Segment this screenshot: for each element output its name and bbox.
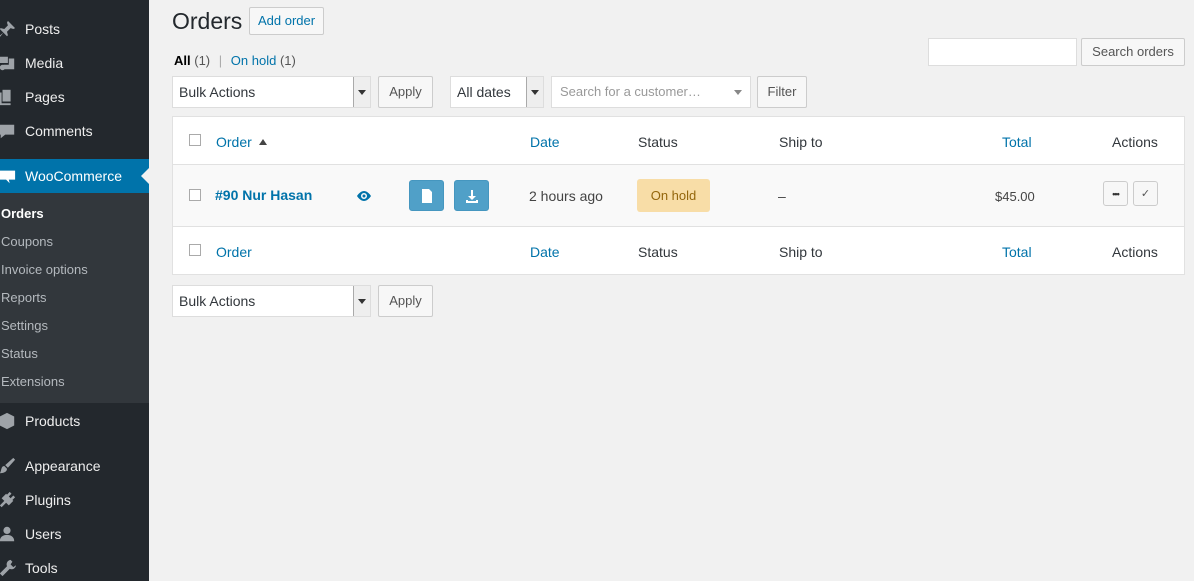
footer-column-status: Status bbox=[638, 244, 678, 260]
complete-order-button[interactable]: ✓ bbox=[1133, 181, 1158, 206]
footer-column-order[interactable]: Order bbox=[216, 244, 252, 260]
sort-ascending-icon bbox=[258, 139, 267, 145]
search-orders-input[interactable] bbox=[928, 38, 1077, 66]
chevron-down-icon bbox=[353, 286, 370, 316]
sidebar-item-tools[interactable]: Tools bbox=[0, 551, 149, 581]
sidebar-item-plugins[interactable]: Plugins bbox=[0, 483, 149, 517]
submenu-item-orders[interactable]: Orders bbox=[1, 203, 44, 225]
footer-column-total[interactable]: Total bbox=[1002, 244, 1032, 260]
ship-to-value: – bbox=[778, 188, 786, 204]
sidebar-item-woocommerce[interactable]: WooCommerce bbox=[0, 159, 149, 193]
search-orders-button[interactable]: Search orders bbox=[1081, 38, 1185, 66]
view-invoice-button[interactable] bbox=[409, 180, 444, 211]
apply-button-top[interactable]: Apply bbox=[378, 76, 433, 108]
products-icon bbox=[0, 404, 25, 438]
woocommerce-submenu: Orders Coupons Invoice options Reports S… bbox=[0, 193, 149, 403]
sidebar-item-appearance[interactable]: Appearance bbox=[0, 449, 149, 483]
bulk-actions-select-top[interactable]: Bulk Actions bbox=[172, 76, 371, 108]
bulk-actions-select-bottom[interactable]: Bulk Actions bbox=[172, 285, 371, 317]
sidebar-item-posts[interactable]: Posts bbox=[0, 12, 149, 46]
download-icon bbox=[465, 189, 478, 203]
chevron-down-icon bbox=[734, 90, 742, 95]
date-filter-select[interactable]: All dates bbox=[450, 76, 544, 108]
submenu-item-invoice-options[interactable]: Invoice options bbox=[1, 259, 88, 281]
filter-button[interactable]: Filter bbox=[757, 76, 807, 108]
footer-column-actions: Actions bbox=[1112, 244, 1158, 260]
checkmark-icon: ✓ bbox=[1140, 188, 1151, 200]
chevron-down-icon bbox=[353, 77, 370, 107]
sidebar-item-users[interactable]: Users bbox=[0, 517, 149, 551]
select-all-checkbox-footer[interactable] bbox=[189, 244, 201, 256]
ellipsis-icon: ••• bbox=[1112, 188, 1120, 199]
woo-icon bbox=[0, 159, 25, 193]
submenu-item-settings[interactable]: Settings bbox=[1, 315, 48, 337]
column-status: Status bbox=[638, 134, 678, 150]
submenu-item-extensions[interactable]: Extensions bbox=[1, 371, 65, 393]
date-filter-value: All dates bbox=[457, 84, 511, 100]
filter-all-count: (1) bbox=[194, 53, 211, 68]
bulk-actions-value: Bulk Actions bbox=[179, 84, 256, 100]
submenu-item-status[interactable]: Status bbox=[1, 343, 38, 365]
customer-search-select[interactable]: Search for a customer… bbox=[551, 76, 751, 108]
row-checkbox[interactable] bbox=[189, 189, 201, 201]
sidebar-item-comments[interactable]: Comments bbox=[0, 114, 149, 148]
order-date: 2 hours ago bbox=[529, 188, 603, 204]
submenu-item-reports[interactable]: Reports bbox=[1, 287, 47, 309]
filter-separator: | bbox=[218, 53, 223, 68]
page-title: Orders bbox=[172, 8, 243, 34]
column-ship-to: Ship to bbox=[779, 134, 823, 150]
download-invoice-button[interactable] bbox=[454, 180, 489, 211]
column-total[interactable]: Total bbox=[1002, 134, 1032, 150]
plugin-icon bbox=[0, 483, 25, 517]
table-row[interactable]: #90 Nur Hasan 2 hours ago On hold – $45.… bbox=[173, 165, 1184, 227]
column-actions: Actions bbox=[1112, 134, 1158, 150]
brush-icon bbox=[0, 449, 25, 483]
sidebar-item-products[interactable]: Products bbox=[0, 404, 149, 438]
table-header-row: Order Date Status Ship to Total Actions bbox=[173, 117, 1184, 165]
apply-button-bottom[interactable]: Apply bbox=[378, 285, 433, 317]
order-total: $45.00 bbox=[995, 189, 1035, 204]
filter-on-hold[interactable]: On hold bbox=[231, 53, 277, 68]
chevron-down-icon bbox=[526, 77, 543, 107]
footer-column-ship-to: Ship to bbox=[779, 244, 823, 260]
add-order-button[interactable]: Add order bbox=[249, 7, 325, 35]
status-filter-links: All (1) | On hold (1) bbox=[174, 53, 296, 68]
more-actions-button[interactable]: ••• bbox=[1103, 181, 1128, 206]
pin-icon bbox=[0, 12, 25, 46]
eye-icon[interactable] bbox=[356, 189, 372, 205]
admin-sidebar: Posts Media Pages Comments WooCommerce O… bbox=[0, 0, 149, 581]
sidebar-item-media[interactable]: Media bbox=[0, 46, 149, 80]
select-all-checkbox[interactable] bbox=[189, 134, 201, 146]
column-date[interactable]: Date bbox=[530, 134, 560, 150]
footer-column-date[interactable]: Date bbox=[530, 244, 560, 260]
comment-icon bbox=[0, 114, 25, 148]
current-menu-arrow bbox=[141, 168, 149, 184]
filter-on-hold-count: (1) bbox=[279, 53, 296, 68]
document-icon bbox=[421, 188, 432, 203]
column-order[interactable]: Order bbox=[216, 134, 267, 150]
wrench-icon bbox=[0, 551, 25, 581]
media-icon bbox=[0, 46, 25, 80]
filter-all[interactable]: All bbox=[174, 53, 191, 68]
sidebar-item-pages[interactable]: Pages bbox=[0, 80, 149, 114]
customer-search-placeholder: Search for a customer… bbox=[560, 84, 701, 99]
submenu-item-coupons[interactable]: Coupons bbox=[1, 231, 53, 253]
user-icon bbox=[0, 517, 25, 551]
pages-icon bbox=[0, 80, 25, 114]
orders-table: Order Date Status Ship to Total Actions … bbox=[172, 116, 1185, 275]
order-link[interactable]: #90 Nur Hasan bbox=[215, 187, 312, 203]
table-footer-row: Order Date Status Ship to Total Actions bbox=[173, 227, 1184, 275]
bulk-actions-value-bottom: Bulk Actions bbox=[179, 293, 256, 309]
status-badge: On hold bbox=[637, 179, 710, 212]
